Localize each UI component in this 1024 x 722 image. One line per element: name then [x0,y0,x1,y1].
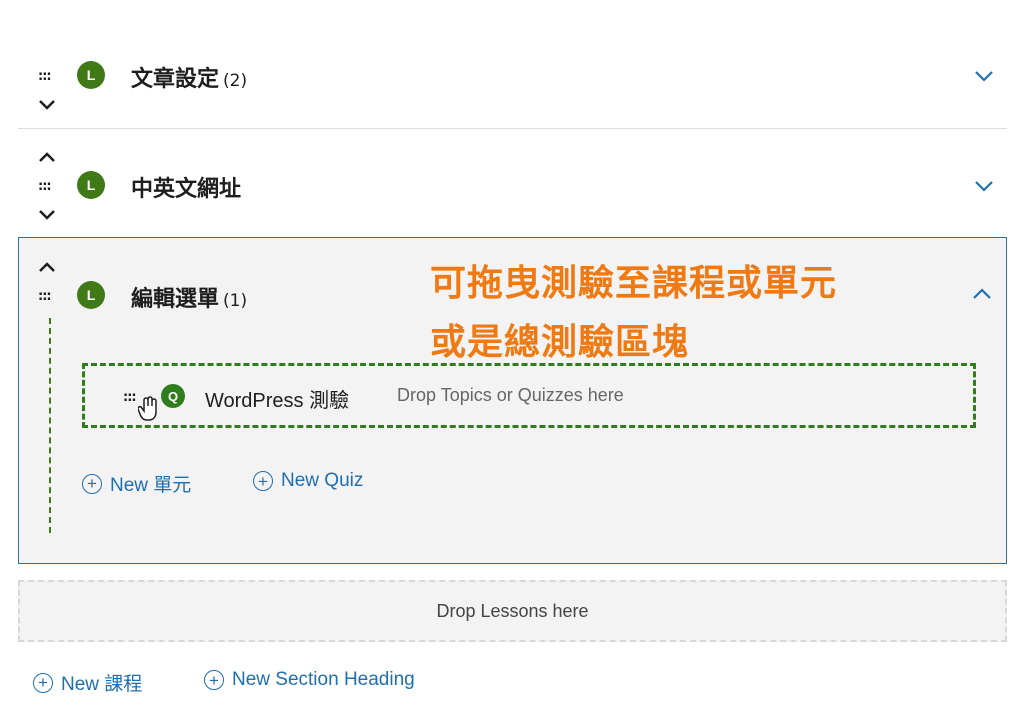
quiz-badge: Q [161,384,185,408]
new-lesson-label: New 課程 [61,674,143,695]
section-title[interactable]: 中英文網址 [131,171,241,203]
new-quiz-button[interactable]: + New Quiz [253,470,363,492]
section-title[interactable]: 文章設定 (2) [131,61,247,93]
new-quiz-label: New Quiz [281,470,364,491]
section-title-text: 中英文網址 [131,177,242,202]
move-up-icon[interactable] [38,260,56,274]
section-count: (1) [223,291,248,311]
hand-cursor-icon [137,396,160,422]
drag-handle[interactable]: ::: [38,290,52,303]
new-section-heading-label: New Section Heading [232,669,415,690]
quiz-title[interactable]: WordPress 測驗 [205,384,349,413]
drop-lessons-zone[interactable]: Drop Lessons here [18,580,1007,642]
drop-topics-hint: Drop Topics or Quizzes here [397,385,624,405]
plus-circle-icon: + [33,672,53,693]
chevron-down-icon[interactable] [973,178,995,192]
new-section-heading-button[interactable]: + New Section Heading [204,669,415,691]
section-title-text: 編輯選單 [131,287,220,312]
move-down-icon[interactable] [38,98,56,112]
new-topic-button[interactable]: + New 單元 [82,470,191,497]
drag-handle[interactable]: ::: [38,70,52,83]
divider [18,128,1007,129]
move-up-icon[interactable] [38,150,56,164]
section-title-text: 文章設定 [131,67,220,92]
plus-circle-icon: + [82,473,102,494]
section-count: (2) [223,71,248,91]
drag-handle[interactable]: ::: [123,391,137,404]
lesson-badge: L [77,281,105,309]
chevron-up-icon[interactable] [971,286,993,300]
annotation-line-1: 可拖曳測驗至課程或單元 [430,263,838,304]
plus-circle-icon: + [204,670,224,690]
section-title[interactable]: 編輯選單 (1) [131,281,247,313]
plus-circle-icon: + [253,471,273,491]
chevron-down-icon[interactable] [973,68,995,82]
nesting-guide-line [49,318,51,533]
move-down-icon[interactable] [38,208,56,222]
drag-handle[interactable]: ::: [38,180,52,193]
new-topic-label: New 單元 [110,475,192,496]
lesson-badge: L [77,61,105,89]
new-lesson-button[interactable]: + New 課程 [33,669,142,696]
annotation-line-2: 或是總測驗區塊 [430,322,690,363]
lesson-badge: L [77,171,105,199]
